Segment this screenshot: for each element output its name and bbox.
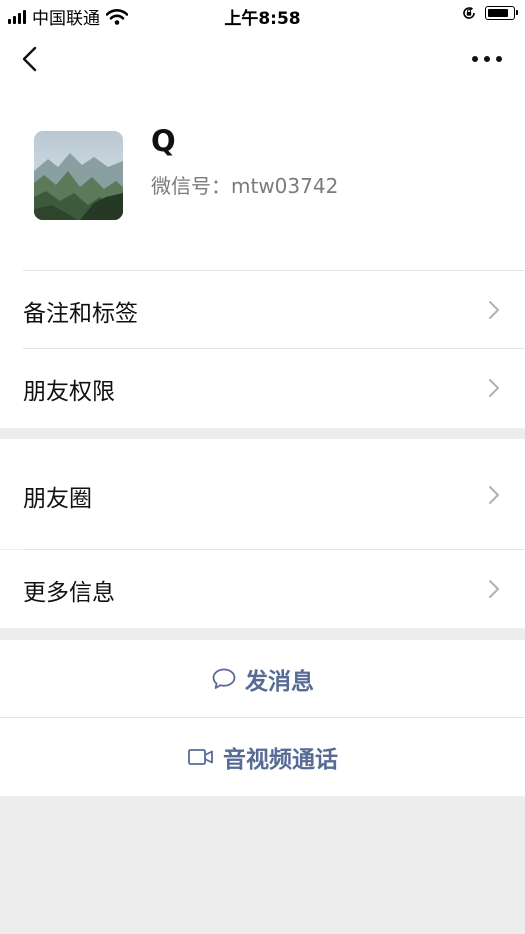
- av-call-button[interactable]: 音视频通话: [0, 718, 525, 796]
- video-camera-icon: [188, 749, 213, 765]
- row-moments[interactable]: 朋友圈: [0, 439, 525, 549]
- chevron-right-icon: [489, 301, 499, 319]
- send-message-button[interactable]: 发消息: [0, 640, 525, 717]
- row-friend-permissions-label: 朋友权限: [23, 379, 115, 405]
- section-gap: [0, 428, 525, 439]
- more-dots-icon: [472, 56, 502, 62]
- row-moments-label: 朋友圈: [23, 486, 92, 512]
- chevron-right-icon: [489, 379, 499, 397]
- rotation-lock-icon: [463, 6, 475, 19]
- row-friend-permissions[interactable]: 朋友权限: [0, 349, 525, 427]
- status-right: [461, 5, 518, 21]
- battery-level: [488, 9, 508, 17]
- battery-icon: [485, 6, 518, 20]
- contact-name: Q: [151, 124, 176, 158]
- section-gap: [0, 628, 525, 640]
- back-button[interactable]: [14, 42, 48, 76]
- av-call-label: 音视频通话: [223, 747, 338, 773]
- row-remarks-tags[interactable]: 备注和标签: [0, 271, 525, 348]
- avatar[interactable]: [34, 131, 123, 220]
- send-message-label: 发消息: [245, 668, 314, 695]
- status-bar: 中国联通 上午8:58: [0, 0, 525, 30]
- chevron-left-icon: [22, 46, 37, 72]
- row-more-info[interactable]: 更多信息: [0, 550, 525, 628]
- row-remarks-tags-label: 备注和标签: [23, 301, 138, 327]
- mountain-photo-icon: [34, 131, 123, 220]
- wechat-id: 微信号：mtw03742: [151, 174, 339, 198]
- chevron-right-icon: [489, 486, 499, 504]
- more-button[interactable]: [467, 46, 507, 72]
- status-time: 上午8:58: [224, 9, 301, 29]
- chevron-right-icon: [489, 580, 499, 598]
- chat-bubble-icon: [212, 668, 236, 689]
- row-more-info-label: 更多信息: [23, 580, 115, 606]
